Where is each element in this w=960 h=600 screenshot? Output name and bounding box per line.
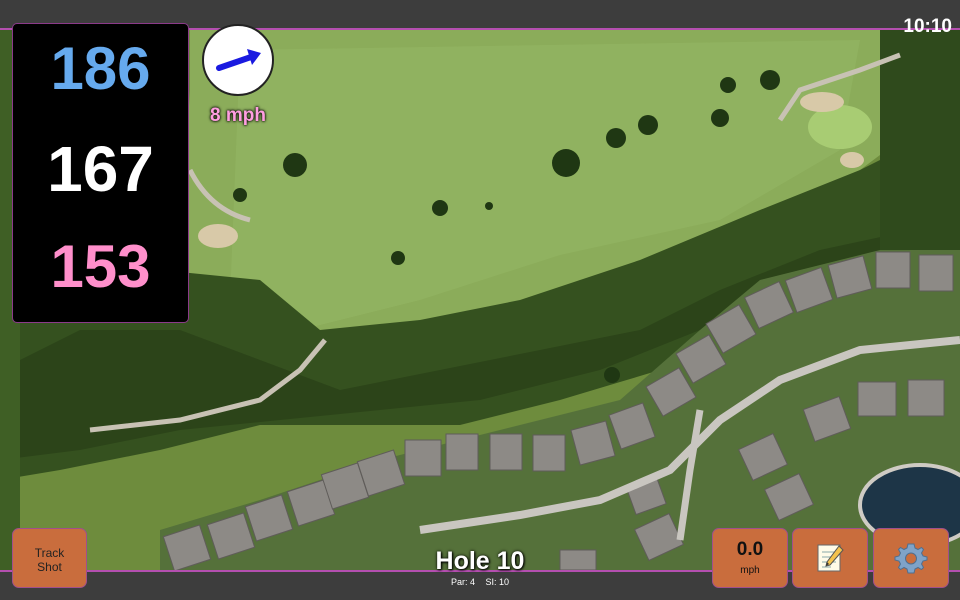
hole-stroke-index: SI: 10 <box>485 577 510 587</box>
distance-panel: 186 167 153 <box>12 23 189 323</box>
scorecard-note-icon <box>817 544 844 572</box>
hole-par: Par: 4 <box>450 577 475 587</box>
distance-back-of-green: 186 <box>50 35 151 102</box>
status-clock: 10:10 <box>903 16 952 37</box>
distance-middle-of-green: 167 <box>47 133 154 205</box>
wind-speed-unit: mph <box>740 565 760 576</box>
wind-arrow-icon <box>216 49 261 71</box>
wind-speed-button[interactable]: 0.0 mph <box>712 528 788 588</box>
track-shot-button[interactable]: Track Shot <box>12 528 87 588</box>
wind-speed-label: 8 mph <box>210 105 266 126</box>
track-shot-label-line1: Track <box>34 546 65 560</box>
hole-title: Hole 10 <box>435 547 525 575</box>
distance-front-of-green: 153 <box>50 233 151 300</box>
gear-icon <box>894 543 928 574</box>
settings-button[interactable] <box>873 528 949 588</box>
hole-meta: Par: 4 SI: 10 <box>400 577 560 587</box>
golf-gps-screen: 10:10 186 167 153 8 mph Track Shot Hole … <box>0 0 960 600</box>
wind-speed-value: 0.0 <box>736 539 764 560</box>
wind-direction-indicator <box>202 24 274 96</box>
track-shot-label-line2: Shot <box>37 560 62 574</box>
scorecard-button[interactable] <box>792 528 868 588</box>
